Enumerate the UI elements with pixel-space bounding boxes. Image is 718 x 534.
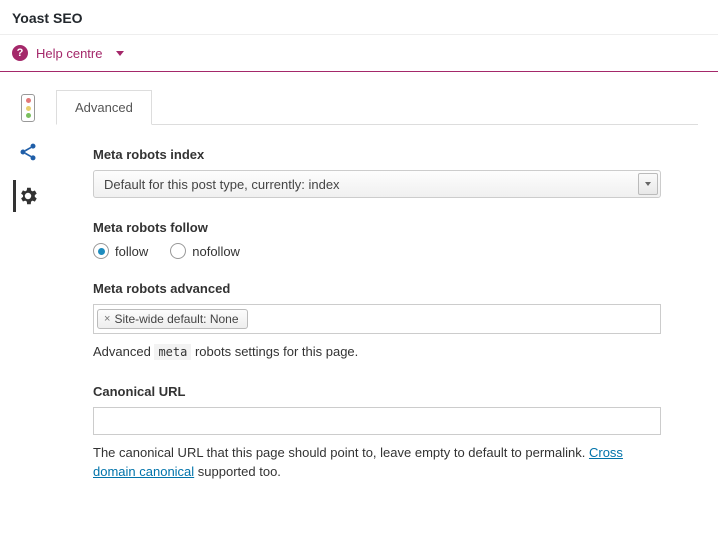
- tokenbox-meta-robots-advanced[interactable]: × Site-wide default: None: [93, 304, 661, 334]
- label-meta-robots-index: Meta robots index: [93, 147, 661, 162]
- label-meta-robots-advanced: Meta robots advanced: [93, 281, 661, 296]
- help-icon: ?: [12, 45, 28, 61]
- helper-meta-robots-advanced: Advanced meta robots settings for this p…: [93, 342, 661, 362]
- sidebar-tab-readability[interactable]: [14, 92, 42, 124]
- help-centre-toggle[interactable]: ? Help centre: [0, 35, 718, 72]
- tab-panel-advanced: Meta robots index Default for this post …: [56, 125, 698, 500]
- code-meta: meta: [154, 344, 191, 360]
- field-canonical-url: Canonical URL The canonical URL that thi…: [93, 384, 661, 482]
- tab-row: Advanced: [56, 90, 698, 125]
- radio-nofollow-label: nofollow: [192, 244, 240, 259]
- input-canonical-url[interactable]: [93, 407, 661, 435]
- label-meta-robots-follow: Meta robots follow: [93, 220, 661, 235]
- metabox-sidebar: [0, 90, 56, 520]
- field-meta-robots-index: Meta robots index Default for this post …: [93, 147, 661, 198]
- radio-nofollow[interactable]: nofollow: [170, 243, 240, 259]
- gear-icon: [17, 185, 39, 207]
- token-sitewide-default[interactable]: × Site-wide default: None: [97, 309, 248, 329]
- panel-title: Yoast SEO: [12, 10, 83, 26]
- share-icon: [18, 142, 38, 162]
- field-meta-robots-follow: Meta robots follow follow nofollow: [93, 220, 661, 259]
- radio-follow[interactable]: follow: [93, 243, 148, 259]
- radio-icon: [170, 243, 186, 259]
- sidebar-tab-advanced[interactable]: [13, 180, 41, 212]
- select-value: Default for this post type, currently: i…: [104, 177, 340, 192]
- token-label: Site-wide default: None: [114, 312, 238, 326]
- radio-follow-label: follow: [115, 244, 148, 259]
- dropdown-handle-icon: [638, 173, 658, 195]
- help-centre-label: Help centre: [36, 46, 102, 61]
- label-canonical-url: Canonical URL: [93, 384, 661, 399]
- field-meta-robots-advanced: Meta robots advanced × Site-wide default…: [93, 281, 661, 362]
- sidebar-tab-social[interactable]: [14, 136, 42, 168]
- radio-icon: [93, 243, 109, 259]
- panel-header: Yoast SEO: [0, 0, 718, 35]
- tab-advanced[interactable]: Advanced: [56, 90, 152, 125]
- helper-canonical-url: The canonical URL that this page should …: [93, 443, 661, 482]
- select-meta-robots-index[interactable]: Default for this post type, currently: i…: [93, 170, 661, 198]
- traffic-light-icon: [21, 94, 35, 122]
- close-icon[interactable]: ×: [104, 313, 110, 325]
- chevron-down-icon: [116, 51, 124, 56]
